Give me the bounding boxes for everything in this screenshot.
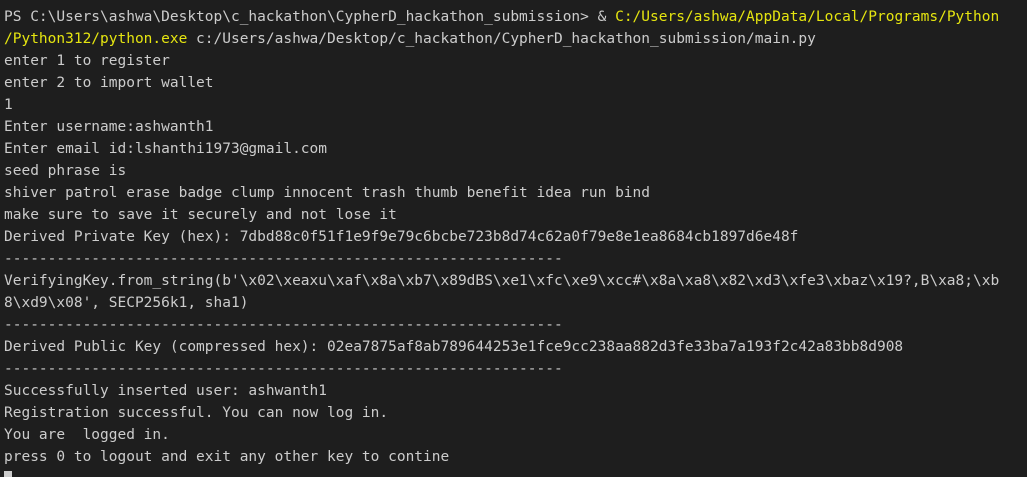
input-line[interactable] (4, 468, 1027, 477)
output-line: You are logged in. (4, 427, 170, 443)
prompt-text: PS C:\Users\ashwa\Desktop\c_hackathon\Cy… (4, 9, 598, 25)
output-line: 8\xd9\x08', SECP256k1, sha1) (4, 295, 249, 311)
terminal-cursor (4, 471, 12, 477)
output-line: ----------------------------------------… (4, 251, 563, 267)
output-line: enter 1 to register (4, 53, 170, 69)
output-line: enter 2 to import wallet (4, 75, 214, 91)
call-operator: & (597, 9, 616, 25)
output-line: make sure to save it securely and not lo… (4, 207, 397, 223)
python-exe-path-continued: /Python312/python.exe (4, 31, 188, 47)
output-line: Registration successful. You can now log… (4, 405, 389, 421)
prompt-line: PS C:\Users\ashwa\Desktop\c_hackathon\Cy… (4, 6, 1027, 28)
output-line: Enter username:ashwanth1 (4, 119, 214, 135)
output-line: Derived Public Key (compressed hex): 02e… (4, 339, 904, 355)
output-line: ----------------------------------------… (4, 361, 563, 377)
output-line: press 0 to logout and exit any other key… (4, 449, 450, 465)
script-argument: c:/Users/ashwa/Desktop/c_hackathon/Cyphe… (187, 31, 816, 47)
terminal-panel[interactable]: PS C:\Users\ashwa\Desktop\c_hackathon\Cy… (0, 0, 1027, 477)
output-line: Successfully inserted user: ashwanth1 (4, 383, 328, 399)
output-line: VerifyingKey.from_string(b'\x02\xeaxu\xa… (4, 273, 1000, 289)
output-line: shiver patrol erase badge clump innocent… (4, 185, 651, 201)
output-line: Derived Private Key (hex): 7dbd88c0f51f1… (4, 229, 799, 245)
prompt-line-continued: /Python312/python.exe c:/Users/ashwa/Des… (4, 28, 1027, 50)
output-line: ----------------------------------------… (4, 317, 563, 333)
output-line: Enter email id:lshanthi1973@gmail.com (4, 141, 328, 157)
python-exe-path: C:/Users/ashwa/AppData/Local/Programs/Py… (615, 9, 1000, 25)
output-line: seed phrase is (4, 163, 127, 179)
terminal-output: enter 1 to register enter 2 to import wal… (4, 50, 1027, 468)
output-line: 1 (4, 97, 13, 113)
